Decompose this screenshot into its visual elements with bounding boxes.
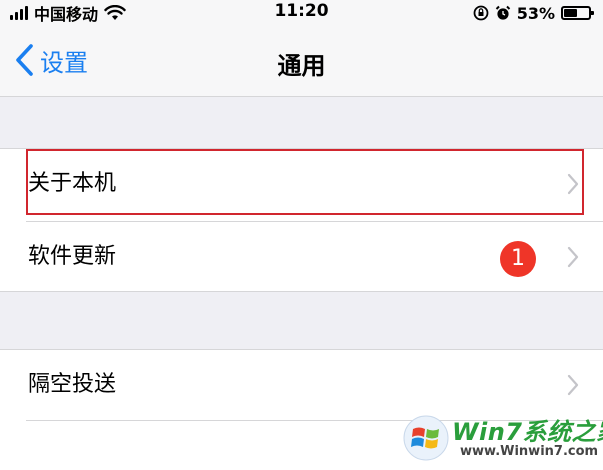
windows-logo-icon [403, 415, 449, 461]
chevron-right-icon [567, 173, 579, 195]
status-right: 53% [473, 3, 594, 23]
settings-row-about[interactable]: 关于本机 [0, 149, 603, 219]
watermark-url: www.Winwin7.com [460, 444, 599, 459]
status-bar: 中国移动 11:20 53% [0, 0, 603, 26]
watermark-brand: Win7系统之家 [452, 418, 603, 446]
settings-row-label: 软件更新 [28, 244, 117, 269]
divider [0, 148, 603, 149]
watermark: Win7系统之家 www.Winwin7.com [402, 410, 603, 468]
update-count-badge: 1 [500, 241, 536, 277]
section-spacer [0, 97, 603, 149]
chevron-right-icon [567, 246, 579, 268]
battery-icon [561, 6, 594, 20]
settings-row-label: 隔空投送 [28, 372, 117, 397]
page-title: 通用 [277, 52, 326, 80]
alarm-icon [495, 5, 510, 20]
battery-percent: 53% [516, 3, 555, 23]
chevron-right-icon [567, 374, 579, 396]
screen-rotation-lock-icon [473, 5, 489, 21]
navigation-bar: 设置 通用 [0, 26, 603, 97]
settings-row-label: 关于本机 [28, 171, 117, 196]
section-spacer [0, 292, 603, 350]
